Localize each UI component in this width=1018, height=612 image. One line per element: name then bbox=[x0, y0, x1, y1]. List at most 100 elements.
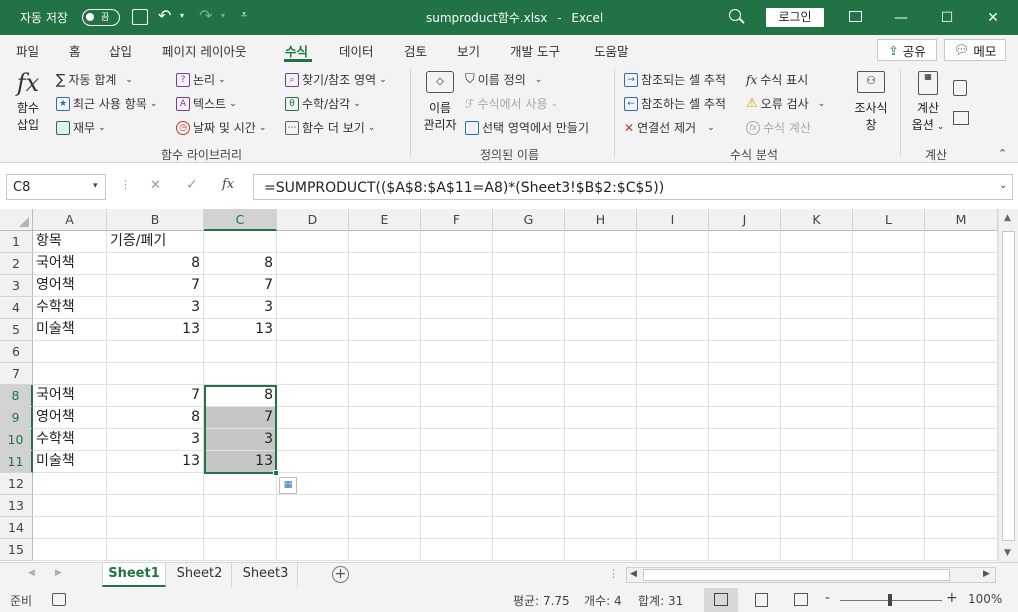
more-functions-button[interactable]: ⋯ 함수 더 보기 ⌄ bbox=[285, 119, 375, 136]
empty-cell[interactable] bbox=[781, 407, 853, 429]
scroll-right-icon[interactable]: ▶ bbox=[983, 569, 990, 579]
column-header-g[interactable]: G bbox=[493, 209, 565, 231]
zoom-level[interactable]: 100% bbox=[968, 592, 1002, 606]
empty-cell[interactable] bbox=[565, 451, 637, 473]
empty-cell[interactable] bbox=[277, 297, 349, 319]
cancel-icon[interactable]: ✕ bbox=[150, 178, 161, 193]
create-from-selection-button[interactable]: 선택 영역에서 만들기 bbox=[465, 119, 589, 136]
empty-cell[interactable] bbox=[709, 451, 781, 473]
cell-a8[interactable]: 국어책 bbox=[33, 385, 107, 407]
cell-c10[interactable]: 3 bbox=[204, 429, 277, 451]
empty-cell[interactable] bbox=[421, 407, 493, 429]
empty-cell[interactable] bbox=[421, 341, 493, 363]
show-formulas-button[interactable]: fx 수식 표시 bbox=[746, 71, 808, 88]
empty-cell[interactable] bbox=[33, 495, 107, 517]
empty-cell[interactable] bbox=[204, 517, 277, 539]
empty-cell[interactable] bbox=[637, 517, 709, 539]
status-average[interactable]: 평균: 7.75 bbox=[513, 592, 570, 609]
empty-cell[interactable] bbox=[853, 297, 925, 319]
comments-button[interactable]: 💬︎ 메모 bbox=[944, 39, 1006, 61]
empty-cell[interactable] bbox=[709, 319, 781, 341]
cell-c3[interactable]: 7 bbox=[204, 275, 277, 297]
enter-icon[interactable]: ✓ bbox=[186, 177, 198, 193]
calculation-options-button[interactable]: ▦ 계산 옵션 ⌄ bbox=[906, 69, 950, 141]
empty-cell[interactable] bbox=[33, 517, 107, 539]
row-header-2[interactable]: 2 bbox=[0, 253, 33, 275]
cell-a9[interactable]: 영어책 bbox=[33, 407, 107, 429]
quick-analysis-icon[interactable]: ▦ bbox=[279, 477, 297, 494]
column-header-l[interactable]: L bbox=[853, 209, 925, 231]
scroll-up-icon[interactable]: ▲ bbox=[1004, 213, 1011, 223]
empty-cell[interactable] bbox=[421, 429, 493, 451]
empty-cell[interactable] bbox=[709, 341, 781, 363]
empty-cell[interactable] bbox=[33, 539, 107, 561]
empty-cell[interactable] bbox=[33, 363, 107, 385]
tab-page-layout[interactable]: 페이지 레이아웃 bbox=[162, 41, 246, 60]
empty-cell[interactable] bbox=[204, 363, 277, 385]
empty-cell[interactable] bbox=[853, 363, 925, 385]
use-in-formula-button[interactable]: ℱ 수식에서 사용 ⌄ bbox=[465, 95, 558, 112]
empty-cell[interactable] bbox=[565, 341, 637, 363]
empty-cell[interactable] bbox=[277, 385, 349, 407]
row-header-12[interactable]: 12 bbox=[0, 473, 33, 495]
column-header-b[interactable]: B bbox=[107, 209, 204, 231]
empty-cell[interactable] bbox=[107, 363, 204, 385]
empty-cell[interactable] bbox=[565, 407, 637, 429]
empty-cell[interactable] bbox=[493, 341, 565, 363]
empty-cell[interactable] bbox=[107, 341, 204, 363]
empty-cell[interactable] bbox=[925, 539, 998, 561]
tab-review[interactable]: 검토 bbox=[404, 41, 427, 60]
empty-cell[interactable] bbox=[637, 539, 709, 561]
empty-cell[interactable] bbox=[709, 539, 781, 561]
save-icon[interactable] bbox=[132, 9, 148, 25]
autosave-toggle[interactable]: 끔 bbox=[82, 9, 120, 26]
empty-cell[interactable] bbox=[781, 539, 853, 561]
tab-developer[interactable]: 개발 도구 bbox=[510, 41, 560, 60]
empty-cell[interactable] bbox=[421, 539, 493, 561]
empty-cell[interactable] bbox=[925, 319, 998, 341]
empty-cell[interactable] bbox=[493, 363, 565, 385]
tab-split-grip-icon[interactable]: ⋮ bbox=[608, 567, 619, 580]
empty-cell[interactable] bbox=[421, 319, 493, 341]
lookup-button[interactable]: ⌕ 찾기/참조 영역 ⌄ bbox=[285, 71, 387, 88]
empty-cell[interactable] bbox=[493, 407, 565, 429]
empty-cell[interactable] bbox=[781, 341, 853, 363]
empty-cell[interactable] bbox=[349, 297, 421, 319]
horizontal-scroll-thumb[interactable] bbox=[643, 569, 950, 581]
empty-cell[interactable] bbox=[349, 253, 421, 275]
empty-cell[interactable] bbox=[349, 319, 421, 341]
empty-cell[interactable] bbox=[565, 319, 637, 341]
empty-cell[interactable] bbox=[925, 297, 998, 319]
scroll-down-icon[interactable]: ▼ bbox=[1004, 548, 1011, 558]
empty-cell[interactable] bbox=[925, 341, 998, 363]
redo-icon[interactable]: ↷ bbox=[199, 6, 212, 25]
column-header-h[interactable]: H bbox=[565, 209, 637, 231]
empty-cell[interactable] bbox=[637, 429, 709, 451]
row-header-14[interactable]: 14 bbox=[0, 517, 33, 539]
empty-cell[interactable] bbox=[925, 385, 998, 407]
empty-cell[interactable] bbox=[277, 517, 349, 539]
scroll-sheets-right-icon[interactable]: ▶ bbox=[55, 568, 62, 578]
cell-c2[interactable]: 8 bbox=[204, 253, 277, 275]
empty-cell[interactable] bbox=[493, 319, 565, 341]
empty-cell[interactable] bbox=[781, 253, 853, 275]
empty-cell[interactable] bbox=[421, 275, 493, 297]
empty-cell[interactable] bbox=[853, 495, 925, 517]
close-button[interactable]: ✕ bbox=[970, 0, 1016, 35]
trace-dependents-button[interactable]: ← 참조하는 셀 추적 bbox=[624, 95, 726, 112]
zoom-out-button[interactable]: - bbox=[825, 590, 830, 606]
ribbon-display-icon[interactable] bbox=[849, 11, 862, 22]
empty-cell[interactable] bbox=[349, 363, 421, 385]
empty-cell[interactable] bbox=[853, 253, 925, 275]
cell-a11[interactable]: 미술책 bbox=[33, 451, 107, 473]
empty-cell[interactable] bbox=[565, 253, 637, 275]
empty-cell[interactable] bbox=[349, 539, 421, 561]
insert-function-button[interactable]: fx 함수 삽입 bbox=[8, 69, 48, 141]
empty-cell[interactable] bbox=[781, 429, 853, 451]
name-manager-button[interactable]: ◇ 이름 관리자 bbox=[420, 69, 460, 141]
empty-cell[interactable] bbox=[637, 473, 709, 495]
row-header-5[interactable]: 5 bbox=[0, 319, 33, 341]
empty-cell[interactable] bbox=[349, 275, 421, 297]
empty-cell[interactable] bbox=[709, 517, 781, 539]
status-sum[interactable]: 합계: 31 bbox=[638, 592, 683, 609]
